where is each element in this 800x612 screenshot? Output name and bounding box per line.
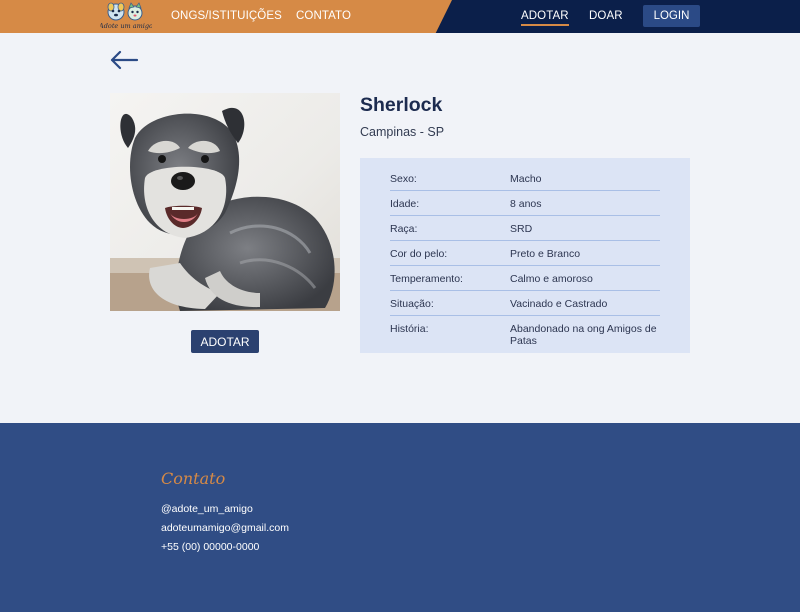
detail-value: Calmo e amoroso [510,273,593,285]
arrow-left-icon[interactable] [109,49,139,71]
detail-label: Temperamento: [390,273,463,285]
login-button[interactable]: LOGIN [643,5,700,27]
footer-contact-title: Contato [161,469,226,488]
adopt-button[interactable]: ADOTAR [191,330,259,353]
detail-label: Idade: [390,198,420,210]
detail-value: Macho [510,173,542,185]
detail-label: Raça: [390,223,418,235]
pet-location: Campinas - SP [360,125,445,139]
footer-email[interactable]: adoteumamigo@gmail.com [161,522,289,534]
footer-phone: +55 (00) 00000-0000 [161,541,260,553]
pet-name: Sherlock [360,94,443,116]
detail-value: Preto e Branco [510,248,581,260]
detail-label: Sexo: [390,173,417,185]
nav-adotar-link[interactable]: ADOTAR [521,10,569,26]
detail-value: SRD [510,223,533,235]
detail-label: Cor do pelo: [390,248,448,260]
detail-row-cor-pelo: Cor do pelo: Preto e Branco [390,248,660,266]
logo-icon[interactable]: Adote um amigo [100,1,152,31]
detail-row-temperamento: Temperamento: Calmo e amoroso [390,273,660,291]
detail-label: História: [390,323,429,335]
nav-contato-link[interactable]: CONTATO [296,10,351,22]
pet-details-panel: Sexo: Macho Idade: 8 anos Raça: SRD Cor … [360,158,690,353]
detail-value: 8 anos [510,198,542,210]
footer-instagram[interactable]: @adote_um_amigo [161,503,253,515]
detail-row-historia: História: Abandonado na ong Amigos de Pa… [390,323,660,349]
detail-value: Vacinado e Castrado [510,298,608,310]
detail-row-situacao: Situação: Vacinado e Castrado [390,298,660,316]
top-navbar: Adote um amigo ONGS/ISTITUIÇÕES CONTATO … [0,0,800,33]
logo-text: Adote um amigo [100,22,152,30]
nav-ongs-link[interactable]: ONGS/ISTITUIÇÕES [171,10,282,22]
detail-row-idade: Idade: 8 anos [390,198,660,216]
detail-row-raca: Raça: SRD [390,223,660,241]
nav-doar-link[interactable]: DOAR [589,10,623,22]
pet-photo [110,93,340,311]
detail-label: Situação: [390,298,434,310]
detail-row-sexo: Sexo: Macho [390,173,660,191]
detail-value: Abandonado na ong Amigos de Patas [510,323,657,347]
footer: Contato @adote_um_amigo adoteumamigo@gma… [0,423,800,612]
